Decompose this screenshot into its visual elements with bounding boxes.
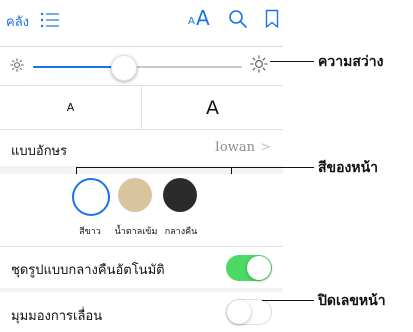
sun-large-icon [250, 55, 268, 73]
brightness-slider-track[interactable] [122, 66, 242, 68]
theme-sepia-swatch[interactable] [118, 178, 152, 212]
font-size-small-glyph: A [188, 16, 195, 27]
toggle-knob [227, 300, 251, 324]
theme-color-callout: สีของหน้า [318, 160, 379, 176]
theme-callout-line [230, 167, 314, 168]
auto-night-toggle[interactable] [226, 255, 272, 281]
theme-row: สีขาว น้ำตาลเข้ม กลางคืน [0, 174, 283, 246]
appearance-panel: A A แบบอักษร Iowan > สีขาว น้ำตาลเข้ม กล… [0, 47, 283, 329]
library-button[interactable]: คลัง [6, 11, 29, 32]
scrolling-view-toggle[interactable] [226, 299, 272, 325]
increase-text-size-button[interactable]: A [142, 86, 283, 129]
text-size-row: A A [0, 86, 283, 129]
brightness-callout: ความสว่าง [318, 54, 384, 70]
chevron-right-icon: > [260, 140, 271, 155]
bookmark-icon[interactable] [265, 9, 279, 29]
theme-bracket [76, 167, 232, 174]
search-icon[interactable] [228, 9, 248, 29]
auto-night-label: ชุดรูปแบบกลางคืนอัตโนมัติ [11, 263, 165, 278]
decrease-text-size-button[interactable]: A [0, 86, 141, 129]
theme-white-swatch[interactable] [72, 178, 110, 216]
brightness-slider-fill[interactable] [33, 66, 123, 68]
font-label: แบบอักษร [11, 144, 68, 159]
page-numbers-callout-line [262, 300, 314, 301]
font-size-icon[interactable]: A A [188, 6, 212, 32]
toggle-knob [247, 256, 271, 280]
theme-night-label: กลางคืน [164, 227, 198, 237]
scrolling-view-label: มุมมองการเลื่อน [11, 309, 103, 324]
auto-night-row: ชุดรูปแบบกลางคืนอัตโนมัติ [0, 246, 283, 288]
font-row[interactable]: แบบอักษร Iowan > [0, 130, 283, 166]
brightness-callout-line [270, 61, 314, 62]
page-numbers-callout: ปิดเลขหน้า [318, 293, 386, 309]
list-icon[interactable] [40, 12, 60, 28]
brightness-row [0, 47, 283, 85]
scrolling-view-row: มุมมองการเลื่อน [0, 292, 283, 332]
toolbar: คลัง A A [0, 0, 413, 46]
font-size-large-glyph: A [196, 6, 210, 30]
theme-night-swatch[interactable] [163, 178, 197, 212]
brightness-slider-thumb[interactable] [110, 55, 137, 81]
sun-small-icon [10, 57, 24, 72]
font-value: Iowan [214, 140, 255, 155]
